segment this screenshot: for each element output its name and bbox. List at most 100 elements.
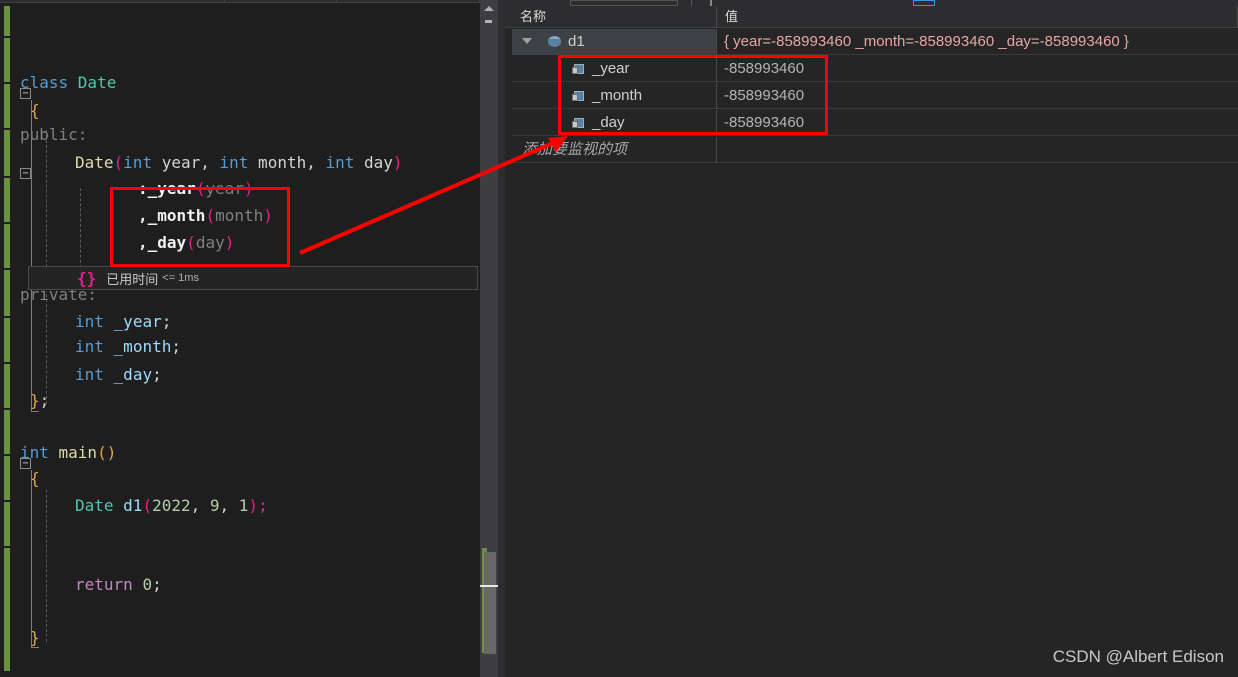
code-token: ( [142, 496, 153, 515]
scroll-up-arrow-icon[interactable] [484, 6, 494, 11]
code-line[interactable]: int _year; [75, 308, 171, 336]
code-token: } [30, 628, 40, 647]
expander-collapse-icon[interactable] [522, 38, 532, 44]
code-token: _year [113, 312, 162, 331]
code-token: Date [75, 153, 114, 172]
code-line[interactable]: Date(int year, int month, int day) [75, 149, 403, 177]
watch-variable-name: _year [592, 60, 630, 77]
watch-row-name-cell[interactable]: d1 [512, 29, 717, 55]
code-token: ( [205, 206, 216, 225]
private-field-icon [572, 89, 586, 103]
code-token: () [97, 443, 117, 462]
code-token: 1 [238, 496, 249, 515]
watch-variable-name: _day [592, 114, 625, 131]
code-token: , [138, 233, 148, 252]
watch-variable-value[interactable]: -858993460 [717, 110, 1238, 136]
watch-row-month[interactable]: _month -858993460 [512, 83, 1238, 109]
code-token: int [325, 153, 355, 172]
code-token: ; [171, 337, 181, 356]
code-line[interactable]: ,_month(month) [138, 202, 273, 230]
watch-row-name-cell[interactable]: _day [512, 110, 717, 136]
code-editor-pane[interactable]: − − − class Date{public: Date(int year, i… [0, 0, 480, 677]
column-header-name[interactable]: 名称 [512, 6, 717, 28]
code-line[interactable]: { [30, 465, 40, 493]
code-token: return [75, 575, 133, 594]
code-token: d1 [123, 496, 143, 515]
code-token: _day [113, 365, 153, 384]
codelens-elapsed-time[interactable]: {} 已用时间 <= 1ms [28, 266, 478, 290]
watch-row-add-placeholder[interactable]: 添加要监视的项 [512, 137, 1238, 163]
watch-variable-value[interactable]: -858993460 [717, 83, 1238, 109]
pane-splitter[interactable] [498, 0, 505, 677]
code-token: ) [263, 206, 273, 225]
code-line[interactable]: int _day; [75, 361, 162, 389]
code-line[interactable]: int _month; [75, 333, 181, 361]
scrollbar-marker [485, 20, 492, 23]
code-token: , [219, 496, 239, 515]
code-token: _day [147, 233, 187, 252]
watch-row-day[interactable]: _day -858993460 [512, 110, 1238, 136]
code-line[interactable]: } [30, 624, 40, 652]
watermark-text: CSDN @Albert Edison [1052, 647, 1224, 666]
code-line[interactable]: public: [20, 121, 87, 149]
code-text-layer[interactable]: class Date{public: Date(int year, int mon… [0, 0, 480, 677]
code-line[interactable]: Date d1(2022, 9, 1); [75, 492, 268, 520]
code-token: ) [224, 233, 235, 252]
code-token: , [138, 206, 148, 225]
code-token: int [123, 153, 153, 172]
code-token: ; [161, 312, 172, 331]
code-token: day [195, 233, 225, 252]
watch-row-name-cell[interactable]: _month [512, 83, 717, 109]
code-token: ) [243, 179, 254, 198]
code-token: { [30, 101, 40, 120]
watch-row-year[interactable]: _year -858993460 [512, 56, 1238, 82]
code-token: ( [186, 233, 196, 252]
code-line[interactable]: ,_day(day) [138, 229, 234, 257]
code-token: ; [258, 496, 268, 515]
code-line[interactable]: :_year(year) [138, 175, 254, 203]
code-token: int [75, 337, 104, 356]
codelens-braces-icon: {} [77, 268, 97, 288]
code-token: ; [152, 365, 162, 384]
watch-window[interactable]: 名称 值 d1 { year=-858993460 _month=-858993… [505, 0, 1238, 677]
private-field-icon [572, 116, 586, 130]
code-token: Date [77, 73, 117, 92]
watch-variable-value[interactable] [717, 137, 1238, 163]
watch-row-name-cell[interactable]: _year [512, 56, 717, 82]
code-token: int [219, 153, 249, 172]
code-token: year, [152, 153, 220, 172]
code-line[interactable]: class Date [20, 69, 116, 97]
code-token: int [75, 365, 104, 384]
code-token: : [138, 179, 148, 198]
watch-row-d1[interactable]: d1 { year=-858993460 _month=-858993460 _… [512, 29, 1238, 55]
watch-variable-name: _month [592, 87, 643, 104]
scrollbar-caret-position [480, 585, 498, 587]
watch-row-name-cell[interactable]: 添加要监视的项 [512, 137, 717, 163]
column-header-value[interactable]: 值 [717, 6, 1238, 28]
code-line[interactable]: return 0; [75, 571, 162, 599]
editor-vertical-scrollbar[interactable] [480, 0, 498, 677]
code-token: 2022 [152, 496, 191, 515]
code-token: ; [39, 391, 50, 410]
private-field-icon [572, 62, 586, 76]
code-token: , [190, 496, 210, 515]
scrollbar-thumb[interactable] [484, 552, 496, 654]
add-watch-placeholder-text: 添加要监视的项 [522, 141, 628, 158]
code-token: month [215, 206, 264, 225]
watch-variable-value[interactable]: { year=-858993460 _month=-858993460 _day… [717, 29, 1238, 55]
code-token: } [30, 391, 40, 410]
code-line[interactable]: }; [30, 387, 49, 415]
code-line[interactable]: int main() [20, 439, 116, 467]
code-token: Date [75, 496, 114, 515]
code-token: _month [113, 337, 172, 356]
code-token: int [20, 443, 59, 462]
watch-column-headers: 名称 值 [505, 6, 1238, 28]
watch-variable-value[interactable]: -858993460 [717, 56, 1238, 82]
code-token: ) [248, 496, 259, 515]
code-token: main [58, 443, 98, 462]
code-token: _year [147, 179, 196, 198]
